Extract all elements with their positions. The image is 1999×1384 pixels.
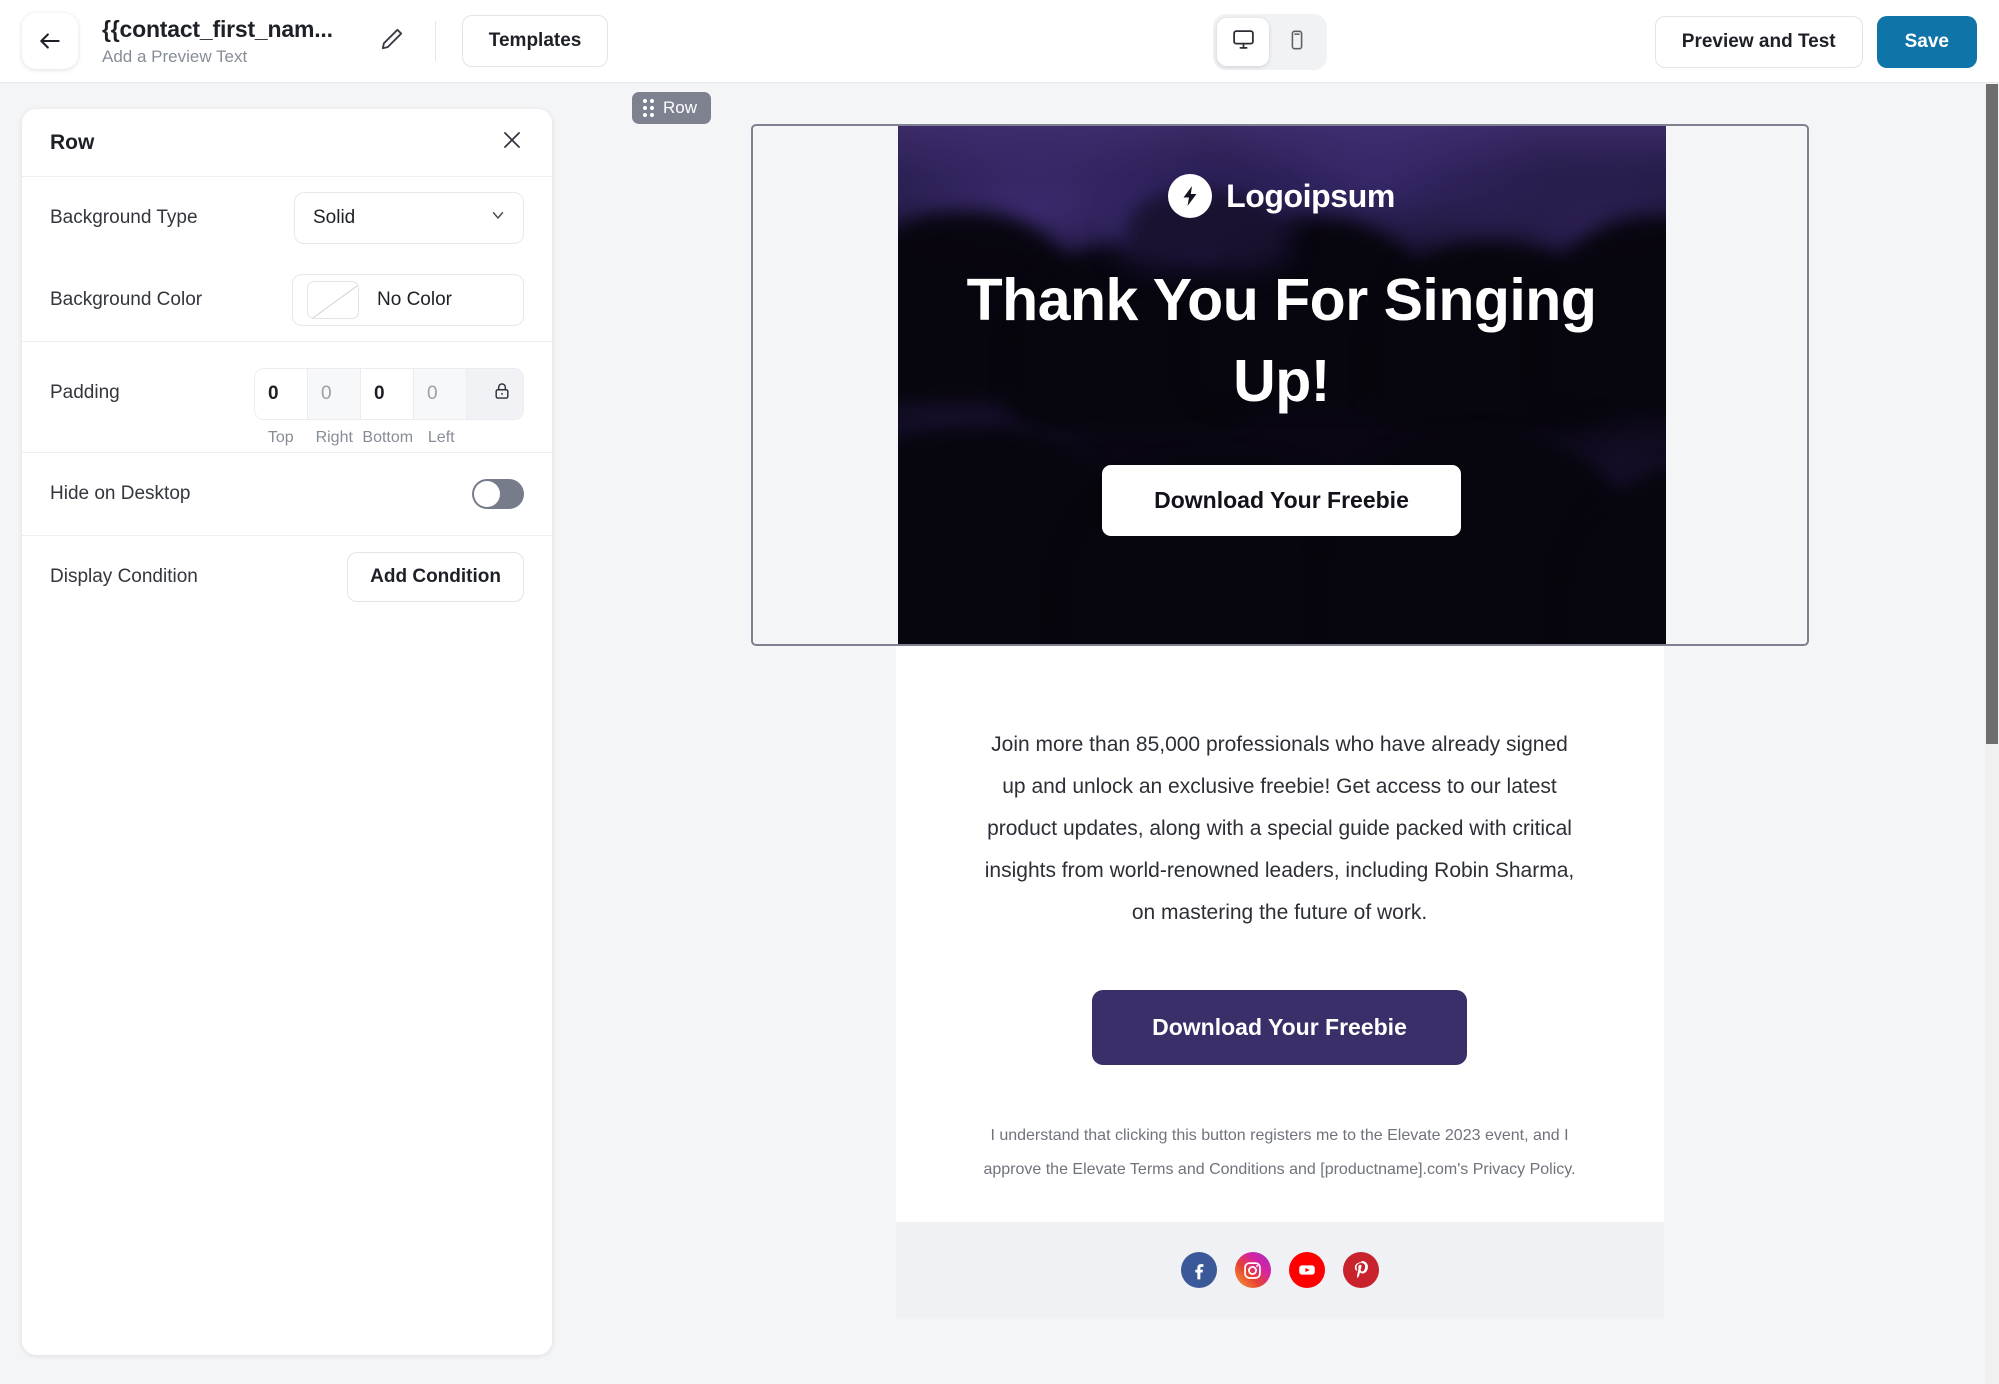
hero-cta-button[interactable]: Download Your Freebie — [1102, 464, 1461, 536]
disclaimer-text[interactable]: I understand that clicking this button r… — [982, 1119, 1578, 1222]
monitor-icon — [1231, 27, 1256, 57]
scrollbar-thumb[interactable] — [1986, 84, 1998, 744]
pencil-icon — [379, 26, 405, 57]
padding-right-caption: Right — [315, 429, 353, 446]
display-condition-label: Display Condition — [50, 566, 198, 587]
padding-captions: Top Right Bottom Left — [254, 429, 524, 447]
padding-left-input[interactable]: 0 — [414, 369, 467, 419]
chevron-down-icon — [489, 206, 507, 230]
edit-title-button[interactable] — [375, 24, 409, 58]
toolbar-divider — [434, 21, 436, 61]
facebook-icon[interactable] — [1180, 1252, 1217, 1289]
toolbar-actions: Preview and Test Save — [1654, 0, 1977, 83]
background-type-row: Background Type Solid — [50, 177, 524, 259]
hide-on-desktop-toggle[interactable] — [472, 479, 524, 509]
row-settings-panel: Row Background Type Solid Background Col… — [22, 109, 552, 1355]
hero-content: Logoipsum Thank You For Singing Up! Down… — [898, 126, 1666, 644]
email-canvas: Row Logoipsum Thank You For Singing Up! … — [574, 84, 1985, 1384]
body-cta-wrapper: Download Your Freebie — [982, 990, 1578, 1065]
row-drag-badge[interactable]: Row — [632, 92, 712, 124]
save-button[interactable]: Save — [1876, 15, 1977, 68]
padding-bottom-input[interactable]: 0 — [361, 369, 414, 419]
pinterest-icon[interactable] — [1342, 1252, 1379, 1289]
background-type-label: Background Type — [50, 207, 198, 228]
hero-image-block[interactable]: Logoipsum Thank You For Singing Up! Down… — [897, 126, 1666, 644]
arrow-left-icon — [37, 28, 63, 54]
add-condition-button[interactable]: Add Condition — [347, 552, 524, 602]
row-badge-label: Row — [663, 98, 698, 117]
bolt-icon — [1168, 174, 1213, 218]
vertical-scrollbar[interactable] — [1985, 84, 1999, 1384]
youtube-icon[interactable] — [1288, 1252, 1325, 1289]
padding-top-input[interactable]: 0 — [255, 369, 308, 419]
padding-inputs-group: 0 0 0 0 Top Right Bottom Left — [254, 368, 524, 447]
email-footer-block — [895, 1222, 1664, 1319]
instagram-icon[interactable] — [1234, 1252, 1271, 1289]
background-type-value: Solid — [313, 207, 356, 228]
email-shell: Logoipsum Thank You For Singing Up! Down… — [574, 124, 1985, 1319]
padding-caption-spacer — [468, 429, 524, 447]
hero-heading[interactable]: Thank You For Singing Up! — [962, 260, 1602, 423]
no-color-swatch-icon — [307, 281, 359, 319]
padding-row: Padding 0 0 0 0 Top Right Bottom Left — [50, 342, 524, 452]
background-settings-section: Background Type Solid Background Color N… — [22, 177, 552, 342]
templates-button[interactable]: Templates — [461, 15, 609, 67]
panel-header: Row — [22, 109, 552, 177]
display-condition-row: Display Condition Add Condition — [50, 536, 524, 618]
page-title: {{contact_first_nam... — [102, 15, 333, 42]
padding-right-input[interactable]: 0 — [308, 369, 361, 419]
brand-logo: Logoipsum — [1168, 174, 1395, 218]
phone-icon — [1286, 29, 1308, 56]
email-body-block: Join more than 85,000 professionals who … — [895, 646, 1664, 1223]
email-title-block: {{contact_first_nam... Add a Preview Tex… — [102, 16, 333, 67]
logo-text: Logoipsum — [1226, 177, 1395, 214]
back-button[interactable] — [22, 13, 78, 69]
close-icon — [500, 128, 524, 157]
selected-row-block[interactable]: Logoipsum Thank You For Singing Up! Down… — [750, 124, 1809, 646]
padding-label: Padding — [50, 382, 120, 403]
device-preview-switch — [1213, 14, 1327, 70]
padding-left-caption: Left — [427, 429, 455, 446]
hide-on-desktop-row: Hide on Desktop — [50, 453, 524, 535]
padding-section: Padding 0 0 0 0 Top Right Bottom Left — [22, 342, 552, 453]
close-panel-button[interactable] — [500, 128, 524, 157]
hide-on-desktop-section: Hide on Desktop — [22, 453, 552, 536]
top-toolbar: {{contact_first_nam... Add a Preview Tex… — [0, 0, 1999, 83]
desktop-view-toggle[interactable] — [1217, 18, 1269, 66]
padding-top-caption: Top — [267, 429, 294, 446]
display-condition-section: Display Condition Add Condition — [22, 536, 552, 618]
toggle-knob — [474, 481, 500, 507]
drag-handle-icon — [643, 99, 654, 117]
preview-and-test-button[interactable]: Preview and Test — [1654, 15, 1863, 68]
hide-on-desktop-label: Hide on Desktop — [50, 483, 191, 504]
padding-bottom-caption: Bottom — [362, 429, 414, 446]
body-paragraph[interactable]: Join more than 85,000 professionals who … — [982, 724, 1578, 934]
lock-icon — [492, 381, 512, 407]
padding-lock-toggle[interactable] — [467, 369, 523, 419]
background-color-row: Background Color No Color — [50, 259, 524, 341]
mobile-view-toggle[interactable] — [1271, 18, 1323, 66]
background-type-select[interactable]: Solid — [294, 192, 524, 244]
panel-title: Row — [50, 130, 95, 154]
background-color-value: No Color — [377, 289, 452, 310]
body-cta-button[interactable]: Download Your Freebie — [1092, 990, 1467, 1065]
preview-text-placeholder[interactable]: Add a Preview Text — [102, 47, 333, 67]
padding-inputs: 0 0 0 0 — [254, 368, 524, 420]
background-color-label: Background Color — [50, 289, 203, 310]
background-color-picker[interactable]: No Color — [292, 274, 524, 326]
